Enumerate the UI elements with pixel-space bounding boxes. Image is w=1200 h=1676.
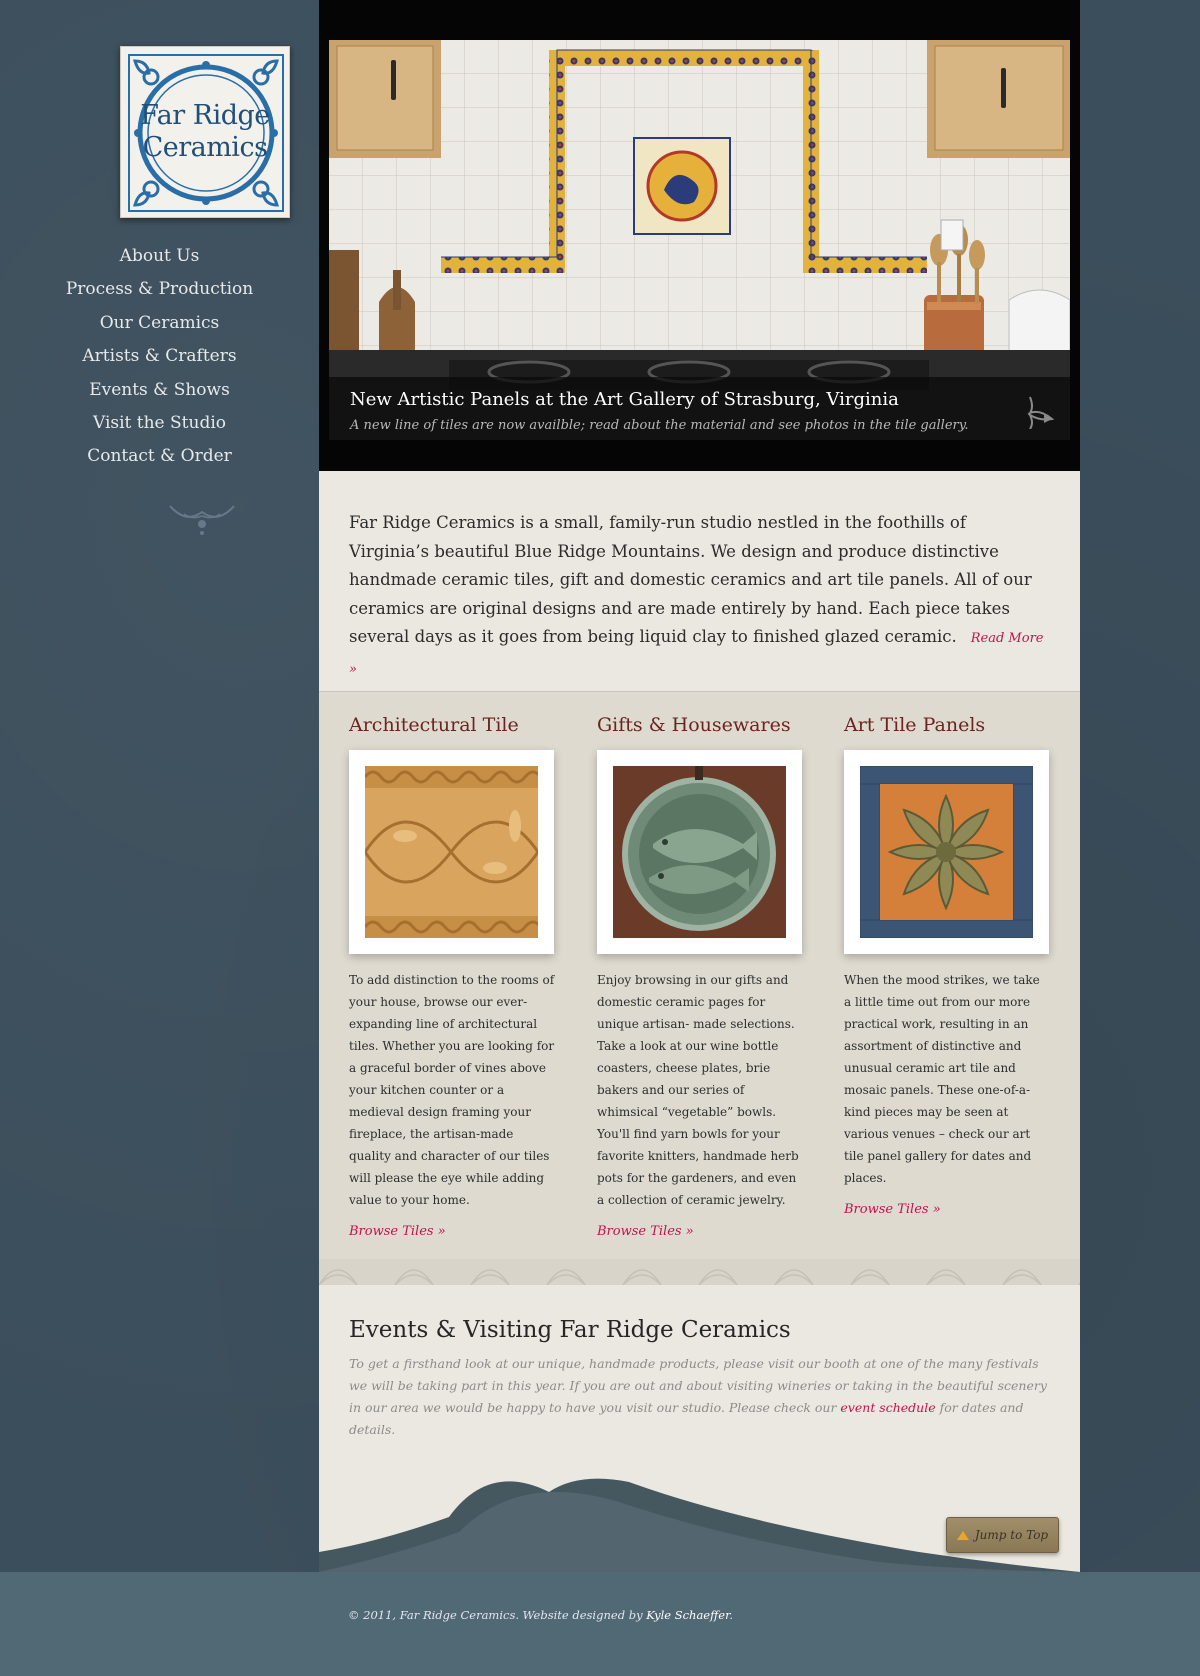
nav-item-events-shows[interactable]: Events & Shows — [0, 374, 319, 407]
next-slide-arrow-icon[interactable] — [1026, 395, 1056, 429]
site-logo[interactable]: Far Ridge Ceramics — [120, 46, 290, 218]
logo-line-2: Ceramics — [142, 132, 268, 163]
features-section: Architectural Tile To add distinction to… — [319, 691, 1080, 1285]
feature-title[interactable]: Art Tile Panels — [844, 714, 1050, 748]
feature-architectural-tile: Architectural Tile To add distinction to… — [349, 714, 555, 1239]
event-schedule-link[interactable]: event schedule — [840, 1400, 935, 1415]
feature-description: When the mood strikes, we take a little … — [844, 973, 1040, 1185]
feature-description: To add distinction to the rooms of your … — [349, 973, 555, 1207]
feature-description: Enjoy browsing in our gifts and domestic… — [597, 973, 799, 1207]
jump-to-top-button[interactable]: Jump to Top — [946, 1517, 1059, 1553]
nav-item-visit-studio[interactable]: Visit the Studio — [0, 407, 319, 440]
nav-item-artists-crafters[interactable]: Artists & Crafters — [0, 340, 319, 373]
hero-caption: New Artistic Panels at the Art Gallery o… — [329, 377, 1070, 440]
feature-title[interactable]: Gifts & Housewares — [597, 714, 803, 748]
hero-subtitle: A new line of tiles are now availble; re… — [350, 418, 969, 433]
intro-text: Far Ridge Ceramics is a small, family-ru… — [349, 513, 1032, 646]
browse-art-panels-link[interactable]: Browse Tiles » — [844, 1202, 1050, 1217]
nav-item-contact-order[interactable]: Contact & Order — [0, 440, 319, 473]
feature-art-tile-panels: Art Tile Panels When the mood strikes, w… — [844, 714, 1050, 1217]
sidebar: Far Ridge Ceramics About Us Process & Pr… — [0, 0, 319, 560]
copyright-text: © 2011, Far Ridge Ceramics. Website desi… — [348, 1608, 647, 1622]
feature-image-frame[interactable] — [349, 750, 554, 954]
scallop-divider — [319, 1259, 1080, 1285]
footer: © 2011, Far Ridge Ceramics. Website desi… — [0, 1572, 1200, 1676]
main-nav: About Us Process & Production Our Cerami… — [0, 240, 319, 474]
hero-title[interactable]: New Artistic Panels at the Art Gallery o… — [350, 389, 899, 410]
architectural-tile-image — [365, 766, 538, 938]
footer-copyright: © 2011, Far Ridge Ceramics. Website desi… — [348, 1608, 733, 1622]
browse-architectural-tiles-link[interactable]: Browse Tiles » — [349, 1224, 555, 1239]
nav-item-our-ceramics[interactable]: Our Ceramics — [0, 307, 319, 340]
intro-section: Far Ridge Ceramics is a small, family-ru… — [319, 471, 1080, 691]
flourish-ornament-icon — [169, 505, 235, 535]
art-tile-panel-image — [860, 766, 1033, 938]
up-arrow-icon — [956, 1530, 969, 1540]
feature-gifts-housewares: Gifts & Housewares Enjoy browsing in our… — [597, 714, 803, 1239]
hero-kitchen-tile-photo[interactable]: New Artistic Panels at the Art Gallery o… — [329, 40, 1070, 440]
nav-item-about-us[interactable]: About Us — [0, 240, 319, 273]
main-content: New Artistic Panels at the Art Gallery o… — [319, 0, 1080, 1572]
footer-period: . — [729, 1608, 733, 1622]
logo-line-1: Far Ridge — [140, 100, 270, 131]
jump-to-top-label: Jump to Top — [974, 1528, 1049, 1542]
nav-item-process-production[interactable]: Process & Production — [0, 273, 319, 306]
feature-title[interactable]: Architectural Tile — [349, 714, 555, 748]
hero-slideshow: New Artistic Panels at the Art Gallery o… — [319, 0, 1080, 471]
events-paragraph: To get a firsthand look at our unique, h… — [349, 1353, 1050, 1441]
browse-gifts-link[interactable]: Browse Tiles » — [597, 1224, 803, 1239]
feature-image-frame[interactable] — [597, 750, 802, 954]
intro-paragraph: Far Ridge Ceramics is a small, family-ru… — [349, 509, 1050, 684]
feature-image-frame[interactable] — [844, 750, 1049, 954]
fish-plate-image — [613, 766, 786, 938]
events-heading: Events & Visiting Far Ridge Ceramics — [349, 1317, 791, 1343]
designer-link[interactable]: Kyle Schaeffer — [646, 1608, 729, 1622]
events-section: Events & Visiting Far Ridge Ceramics To … — [319, 1285, 1080, 1572]
